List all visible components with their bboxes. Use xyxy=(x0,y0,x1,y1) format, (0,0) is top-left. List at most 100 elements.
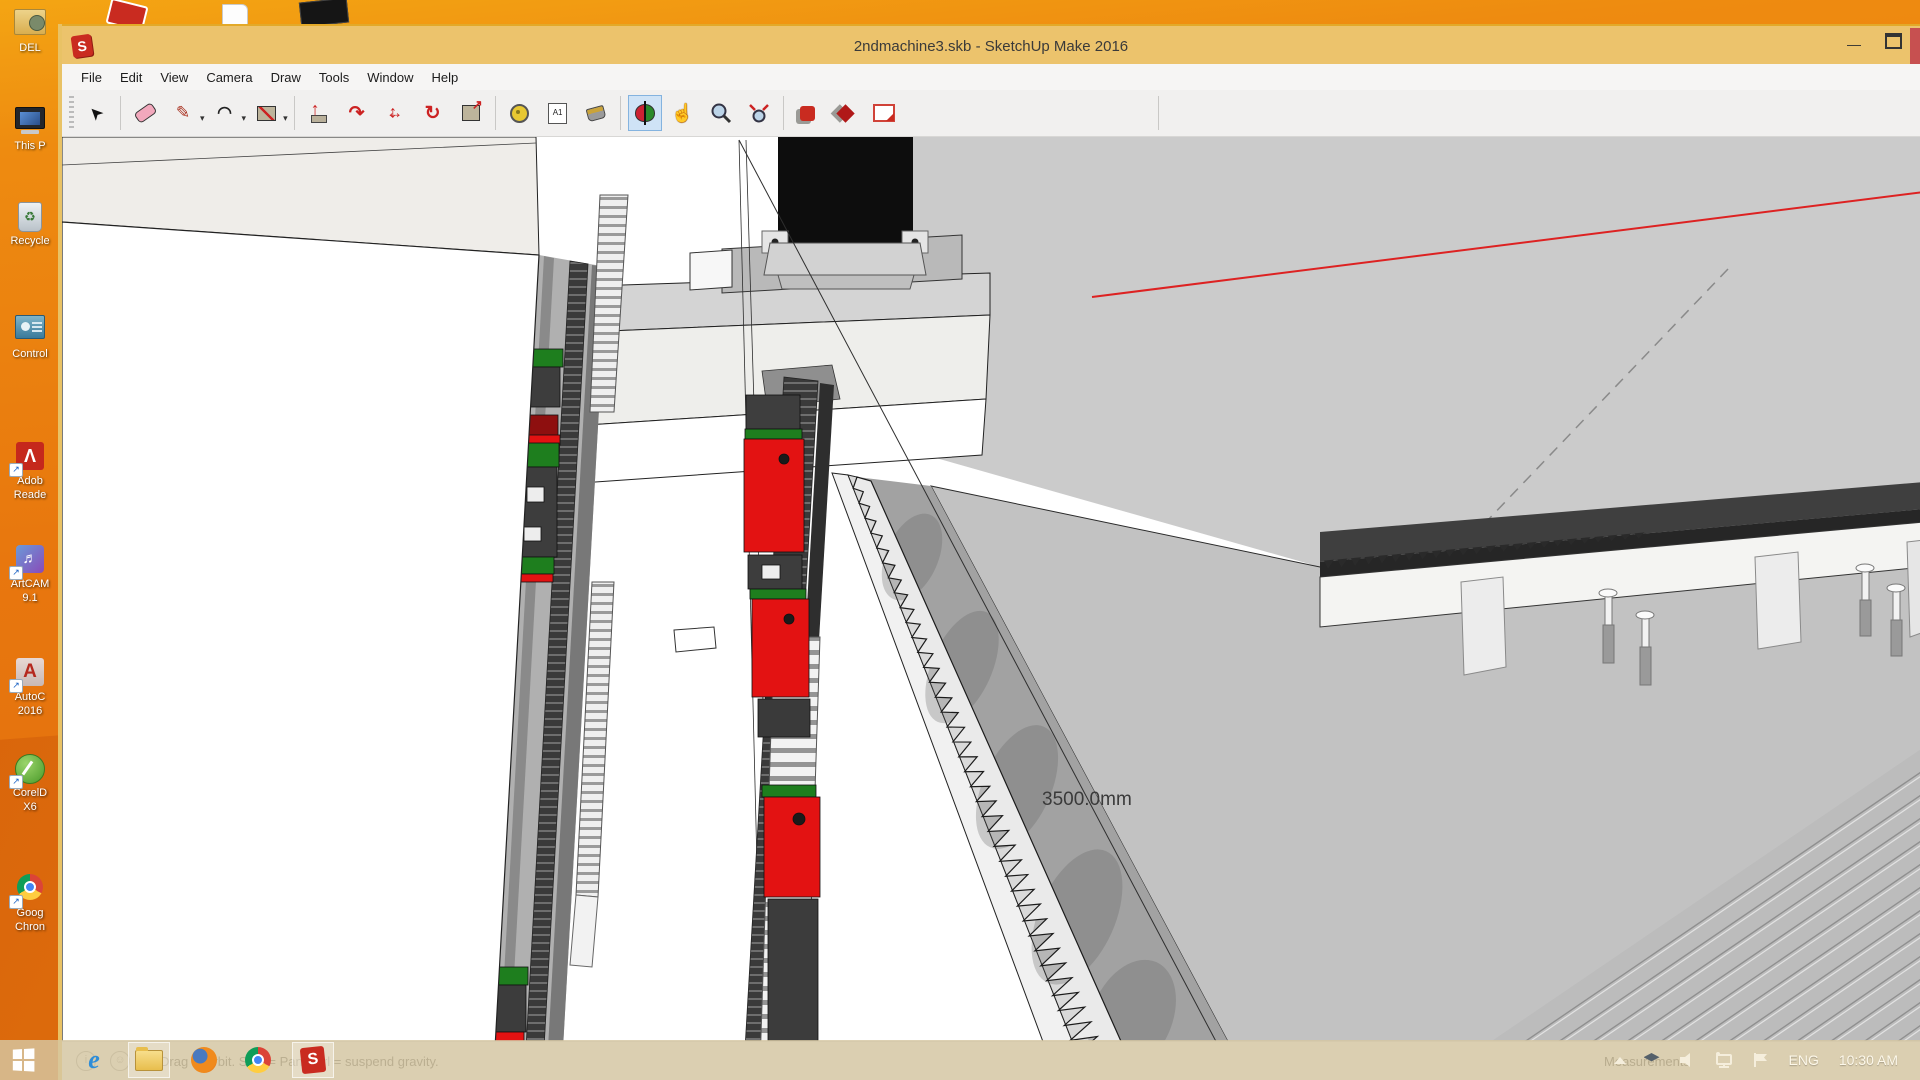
action-center-flag-icon[interactable] xyxy=(1752,1051,1770,1069)
frame-web[interactable] xyxy=(1755,552,1801,649)
taskbar-internet-explorer[interactable]: e xyxy=(74,1043,114,1077)
windows-logo-icon xyxy=(13,1048,35,1071)
share-model-icon xyxy=(873,104,895,122)
menu-bar: File Edit View Camera Draw Tools Window … xyxy=(62,64,1920,91)
desktop-icon-control-panel[interactable]: Control xyxy=(1,312,59,361)
pan-hand-icon: ☝ xyxy=(671,103,693,124)
control-panel-icon xyxy=(13,315,47,347)
rectangle-tool-dropdown[interactable]: ▾ xyxy=(283,113,288,124)
recycle-bin-icon: ♻ xyxy=(13,202,47,234)
pan-tool-button[interactable]: ☝ xyxy=(666,95,700,131)
desktop-icon-coreldraw[interactable]: ↗ CorelD X6 xyxy=(1,752,59,814)
line-tool-dropdown[interactable]: ▾ xyxy=(200,113,205,124)
autocad-icon: A ↗ xyxy=(13,658,47,690)
desktop-icon-this-pc[interactable]: This P xyxy=(1,105,59,153)
eraser-tool-button[interactable] xyxy=(128,95,162,131)
follow-me-tool-button[interactable]: ↷ xyxy=(340,95,374,131)
start-button[interactable] xyxy=(0,1040,46,1080)
user-folder-icon xyxy=(13,9,47,41)
frame-web[interactable] xyxy=(1461,577,1506,675)
taskbar-firefox[interactable] xyxy=(184,1043,224,1077)
dimension-label: 3500.0mm xyxy=(1042,789,1132,811)
menu-help[interactable]: Help xyxy=(423,67,468,88)
desktop-icon-dell-folder[interactable]: DEL xyxy=(1,5,59,55)
push-pull-tool-button[interactable]: ↑ xyxy=(302,95,336,131)
title-bar[interactable]: S 2ndmachine3.skb - SketchUp Make 2016 — xyxy=(62,24,1920,66)
carriage-block-green[interactable] xyxy=(745,429,802,439)
menu-draw[interactable]: Draw xyxy=(262,67,310,88)
pencil-icon: ✎ xyxy=(176,103,190,123)
share-model-button[interactable] xyxy=(867,95,901,131)
menu-view[interactable]: View xyxy=(151,67,197,88)
close-button[interactable] xyxy=(1910,28,1920,66)
scale-tool-button[interactable]: ↗ xyxy=(454,95,488,131)
eraser-icon xyxy=(133,102,157,124)
push-pull-icon: ↑ xyxy=(311,103,327,123)
tape-measure-tool-button[interactable] xyxy=(503,95,537,131)
rotate-icon: ↻ xyxy=(425,102,441,125)
3d-warehouse-button[interactable] xyxy=(791,95,825,131)
scale-icon: ↗ xyxy=(462,105,480,121)
viewport-3d-scene xyxy=(62,137,1920,1042)
desktop-icon-adobe-reader[interactable]: Λ ↗ Adob Reade xyxy=(1,440,59,502)
orbit-icon xyxy=(635,104,655,122)
computer-icon xyxy=(13,107,47,139)
right-rail-assembly[interactable] xyxy=(744,365,840,1042)
move-tool-button[interactable]: ↔↔ xyxy=(378,95,412,131)
arc-tool-button[interactable]: ◠ xyxy=(208,95,242,131)
clock[interactable]: 10:30 AM xyxy=(1839,1052,1898,1068)
desktop-icon-autocad[interactable]: A ↗ AutoC 2016 xyxy=(1,656,59,718)
document-icon[interactable] xyxy=(222,4,248,26)
machine-column[interactable] xyxy=(62,137,539,1042)
paint-bucket-tool-button[interactable] xyxy=(579,95,613,131)
adobe-reader-icon: Λ ↗ xyxy=(13,442,47,474)
desktop-icon-chrome[interactable]: ↗ Goog Chron xyxy=(1,872,59,934)
internet-explorer-icon: e xyxy=(88,1045,100,1075)
window-title: 2ndmachine3.skb - SketchUp Make 2016 xyxy=(62,38,1920,55)
move-icon: ↔↔ xyxy=(385,103,405,123)
rectangle-tool-button[interactable] xyxy=(249,95,283,131)
select-tool-button[interactable]: ➤ xyxy=(79,95,113,131)
select-arrow-icon: ➤ xyxy=(84,101,108,125)
taskbar-sketchup[interactable]: S xyxy=(292,1042,334,1078)
volume-icon[interactable] xyxy=(1678,1051,1696,1069)
dropbox-icon[interactable] xyxy=(1644,1053,1660,1067)
system-tray: ENG 10:30 AM xyxy=(1605,1051,1920,1069)
sketchup-icon: S xyxy=(300,1046,327,1074)
zoom-extents-icon xyxy=(747,102,771,124)
coreldraw-icon: ↗ xyxy=(13,754,47,786)
extension-warehouse-button[interactable] xyxy=(829,95,863,131)
tape-measure-icon xyxy=(510,104,529,123)
arc-tool-dropdown[interactable]: ▾ xyxy=(242,113,247,124)
menu-tools[interactable]: Tools xyxy=(310,67,358,88)
zoom-magnifier-icon xyxy=(710,102,732,124)
menu-file[interactable]: File xyxy=(72,67,111,88)
rotate-tool-button[interactable]: ↻ xyxy=(416,95,450,131)
taskbar-file-explorer[interactable] xyxy=(128,1042,170,1078)
zoom-extents-tool-button[interactable] xyxy=(742,95,776,131)
desktop-icon-label: DEL xyxy=(1,41,59,55)
arc-icon: ◠ xyxy=(217,103,232,123)
toolbar-grip[interactable] xyxy=(69,96,74,130)
orbit-tool-button[interactable] xyxy=(628,95,662,131)
taskbar-chrome[interactable] xyxy=(238,1043,278,1077)
desktop-icon-artcam[interactable]: ♬ ↗ ArtCAM 9.1 xyxy=(1,543,59,605)
hidden-icons-button[interactable] xyxy=(1614,1057,1626,1064)
desktop-icon-recycle-bin[interactable]: ♻ Recycle xyxy=(1,200,59,248)
network-icon[interactable] xyxy=(1714,1051,1734,1069)
viewport[interactable]: 3500.0mm xyxy=(62,137,1920,1042)
stepper-motor[interactable] xyxy=(762,137,928,289)
maximize-button[interactable] xyxy=(1880,32,1906,58)
follow-me-icon: ↷ xyxy=(349,102,365,125)
menu-camera[interactable]: Camera xyxy=(197,67,261,88)
minimize-button[interactable]: — xyxy=(1840,32,1868,58)
text-tool-button[interactable]: A1 xyxy=(541,95,575,131)
zoom-tool-button[interactable] xyxy=(704,95,738,131)
menu-window[interactable]: Window xyxy=(358,67,422,88)
language-indicator[interactable]: ENG xyxy=(1789,1052,1819,1068)
carriage-block-red[interactable] xyxy=(744,439,804,552)
rectangle-icon xyxy=(257,106,276,121)
file-explorer-icon xyxy=(135,1050,163,1071)
menu-edit[interactable]: Edit xyxy=(111,67,151,88)
line-tool-button[interactable]: ✎ xyxy=(166,95,200,131)
